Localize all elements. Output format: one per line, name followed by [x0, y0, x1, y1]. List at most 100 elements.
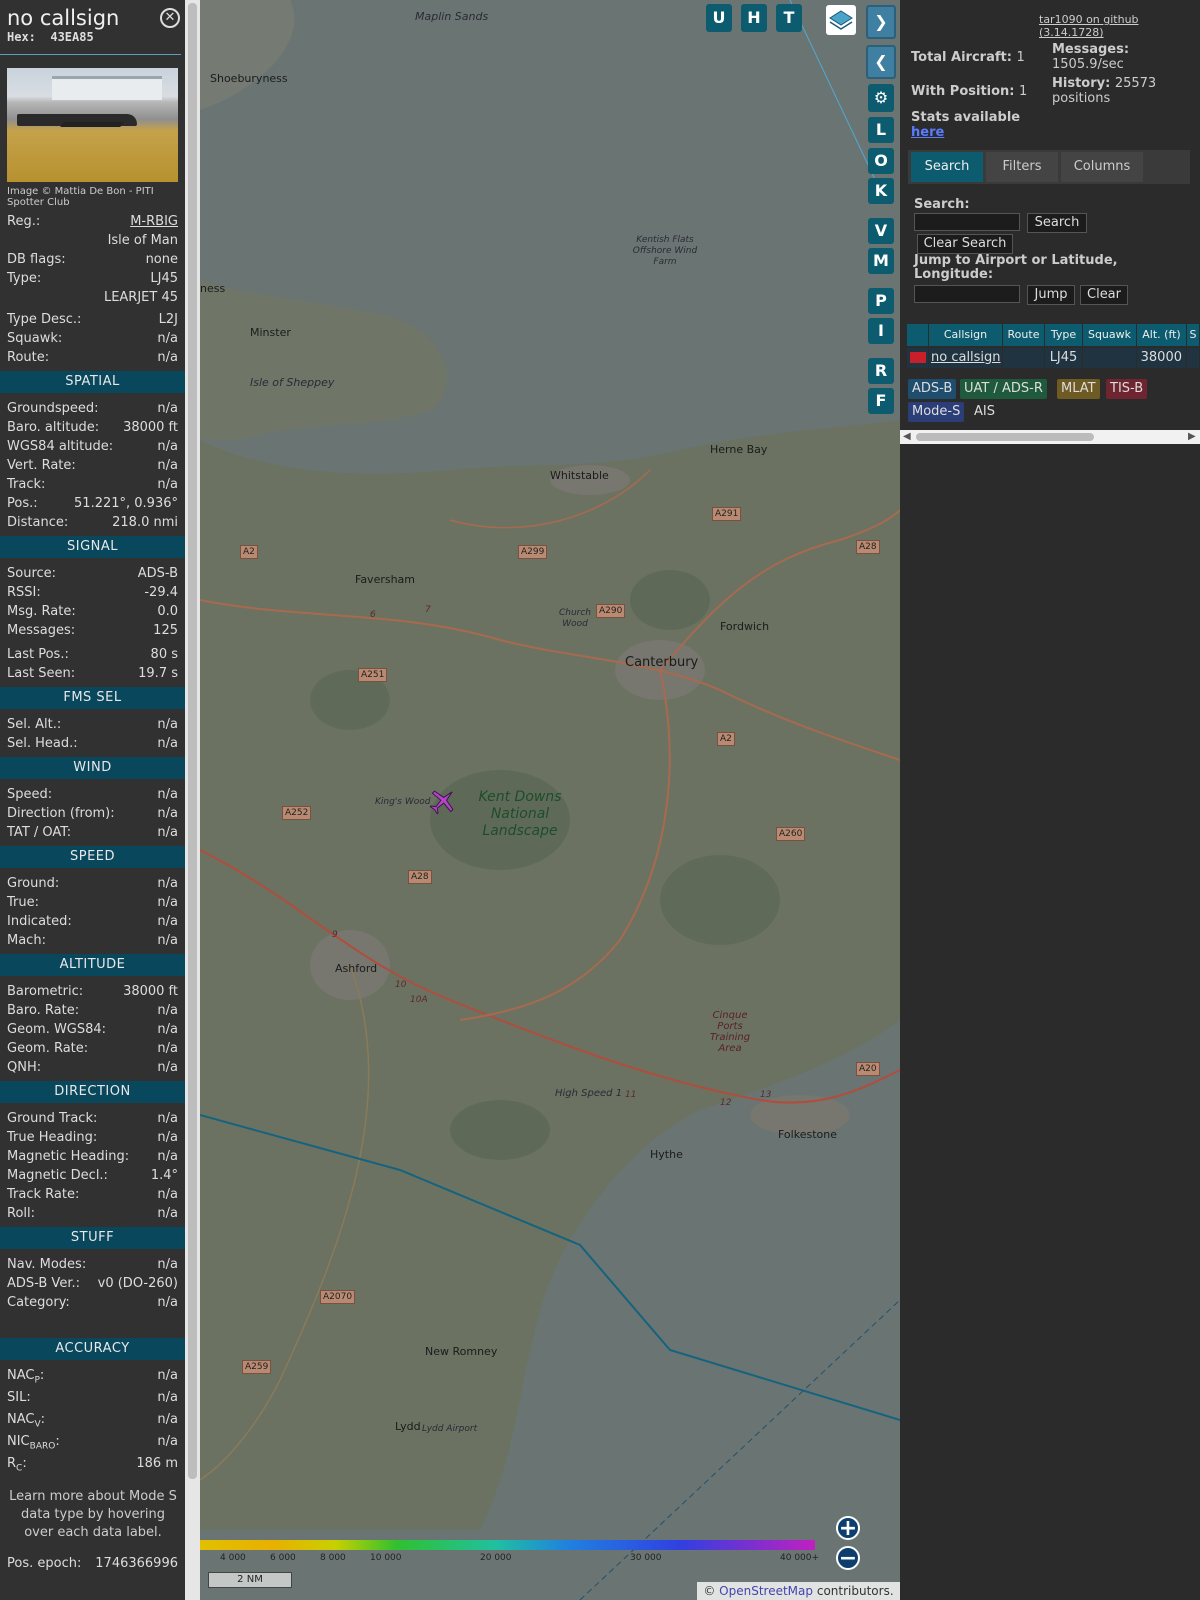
table-row-flag[interactable] [907, 348, 929, 368]
gear-icon: ⚙ [873, 88, 889, 107]
info-row-label: WGS84 altitude: [7, 439, 114, 454]
table-header-altitude[interactable]: Alt. (ft) [1137, 324, 1187, 346]
info-row: Last Seen: 19.7 s [0, 664, 185, 683]
info-row-value: L2J [158, 312, 178, 327]
info-row-label: Track: [7, 477, 46, 492]
table-header-squawk[interactable]: Squawk [1083, 324, 1137, 346]
table-header-type[interactable]: Type [1045, 324, 1083, 346]
info-row-label: Squawk: [7, 331, 63, 346]
messages-stat: Messages: 1505.9/sec [1052, 42, 1197, 72]
colorbar-tick-label: 40 000+ [780, 1553, 820, 1563]
aircraft-marker-icon[interactable] [428, 786, 458, 816]
toggle-o-button[interactable]: O [868, 148, 894, 174]
toggle-h-button[interactable]: H [741, 4, 767, 32]
table-header-speed[interactable]: S [1187, 324, 1200, 346]
table-row-route[interactable] [1003, 348, 1045, 368]
info-row-label: Type Desc.: [7, 312, 82, 327]
clear-button[interactable]: Clear [1080, 285, 1128, 305]
info-row-value: n/a [157, 1130, 178, 1145]
toggle-p-button[interactable]: P [868, 288, 894, 314]
colorbar-tick-label: 6 000 [270, 1553, 296, 1563]
info-row-value: n/a [157, 717, 178, 732]
table-header-route[interactable]: Route [1003, 324, 1045, 346]
github-link[interactable]: tar1090 on github (3.14.1728) [1039, 13, 1200, 39]
collapse-sidebar-button[interactable]: ❮ [866, 45, 896, 79]
tab-search[interactable]: Search [911, 152, 983, 182]
info-row-label: Pos.: [7, 496, 38, 511]
search-button[interactable]: Search [1027, 213, 1087, 233]
badge-modes[interactable]: Mode-S [908, 402, 965, 422]
osm-link[interactable]: OpenStreetMap [719, 1584, 813, 1598]
close-icon[interactable]: ✕ [160, 8, 180, 28]
info-row: Magnetic Decl.: 1.4° [0, 1166, 185, 1185]
table-header-flag[interactable] [907, 324, 929, 346]
scroll-left-icon[interactable]: ◀ [903, 431, 911, 442]
table-horizontal-scrollbar[interactable]: ◀ ▶ [900, 430, 1200, 444]
jump-button[interactable]: Jump [1027, 285, 1075, 305]
tab-columns[interactable]: Columns [1061, 152, 1143, 182]
toggle-m-button[interactable]: M [868, 248, 894, 274]
map-place-label: Herne Bay [710, 443, 768, 456]
toggle-u-button[interactable]: U [706, 4, 732, 32]
info-row-value: 186 m [136, 1456, 178, 1471]
expand-sidebar-button[interactable]: ❯ [866, 5, 896, 39]
toggle-f-button[interactable]: F [868, 388, 894, 414]
map-place-label: Whitstable [550, 469, 609, 482]
toggle-v-button[interactable]: V [868, 218, 894, 244]
table-row-type[interactable]: LJ45 [1045, 348, 1083, 368]
scroll-right-icon[interactable]: ▶ [1188, 431, 1196, 442]
hex-value: 43EA85 [50, 30, 94, 44]
info-row-value: 38000 ft [123, 984, 178, 999]
toggle-t-button[interactable]: T [776, 4, 802, 32]
table-row-squawk[interactable] [1083, 348, 1137, 368]
road-shield: A28 [408, 870, 432, 884]
settings-button[interactable]: ⚙ [868, 84, 894, 112]
info-row: RSSI: -29.4 [0, 583, 185, 602]
badge-mlat[interactable]: MLAT [1057, 379, 1100, 399]
badge-adsb[interactable]: ADS-B [908, 379, 957, 399]
motorway-junction: 11 [625, 1090, 637, 1100]
info-row: SIL: n/a [0, 1388, 185, 1407]
info-panel-scrollbar[interactable] [185, 0, 200, 1600]
table-row-speed[interactable] [1187, 348, 1200, 368]
zoom-in-button[interactable]: + [836, 1516, 860, 1540]
toggle-k-button[interactable]: K [868, 178, 894, 204]
aircraft-photo[interactable] [7, 68, 178, 182]
info-row-label: Ground: [7, 876, 60, 891]
table-row-altitude[interactable]: 38000 [1137, 348, 1187, 368]
info-row-label: Indicated: [7, 914, 72, 929]
road-shield: A252 [282, 806, 312, 820]
toggle-l-button[interactable]: L [868, 117, 894, 143]
pos-epoch-value: 1746366996 [95, 1556, 178, 1571]
info-row-value: n/a [157, 401, 178, 416]
badge-tisb[interactable]: TIS-B [1106, 379, 1148, 399]
info-row-label: QNH: [7, 1060, 42, 1075]
registration-link[interactable]: M-RBIG [130, 212, 178, 231]
section-accuracy: ACCURACY [0, 1338, 185, 1360]
badge-ais[interactable]: AIS [970, 402, 999, 422]
badge-uat[interactable]: UAT / ADS-R [960, 379, 1047, 399]
pos-epoch-row: Pos. epoch: 1746366996 [0, 1554, 185, 1573]
info-row-value: LEARJET 45 [103, 290, 178, 305]
toggle-i-button[interactable]: I [868, 318, 894, 344]
search-input[interactable] [914, 213, 1020, 231]
map[interactable]: Maplin Sands Shoeburyness ness Minster Isle … [200, 0, 900, 1600]
toggle-r-button[interactable]: R [868, 358, 894, 384]
table-row-callsign[interactable]: no callsign [929, 348, 1003, 368]
tab-filters[interactable]: Filters [986, 152, 1058, 182]
colorbar-tick-label: 20 000 [480, 1553, 512, 1563]
selected-callsign: no callsign [7, 6, 120, 30]
info-row-value: n/a [157, 1434, 178, 1449]
info-row-value: n/a [157, 1111, 178, 1126]
section-speed: SPEED [0, 846, 185, 868]
stats-available: Stats available here [911, 110, 1020, 140]
info-row: Indicated: n/a [0, 912, 185, 931]
zoom-out-button[interactable]: − [836, 1546, 860, 1570]
table-header-callsign[interactable]: Callsign [929, 324, 1003, 346]
layers-button[interactable] [826, 5, 856, 35]
clear-search-button[interactable]: Clear Search [917, 234, 1013, 254]
stats-link[interactable]: here [911, 125, 944, 140]
jump-input[interactable] [914, 285, 1020, 303]
info-row: Pos.: 51.221°, 0.936° [0, 494, 185, 513]
info-row: True: n/a [0, 893, 185, 912]
